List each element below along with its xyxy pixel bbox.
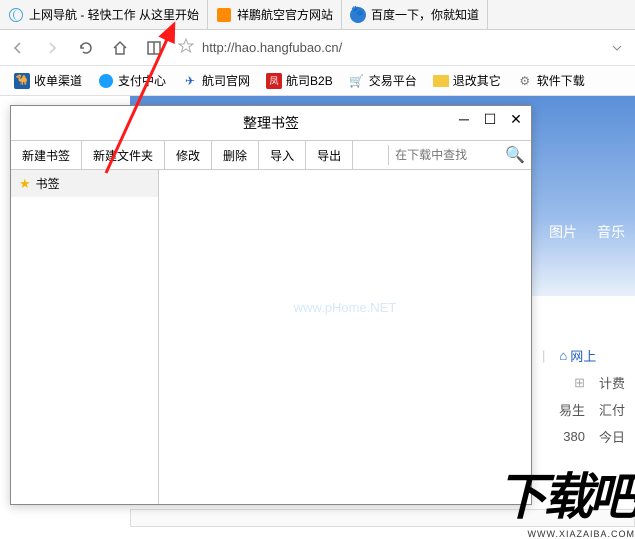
site-icon <box>216 7 232 23</box>
bookmark-item[interactable]: 凤航司B2B <box>260 72 339 89</box>
back-button[interactable] <box>8 38 28 58</box>
dialog-toolbar: 新建书签 新建文件夹 修改 删除 导入 导出 🔍 <box>11 140 531 170</box>
bookmarks-icon[interactable] <box>144 38 164 58</box>
folder-icon <box>433 73 449 89</box>
close-button[interactable]: ✕ <box>507 110 525 128</box>
dialog-titlebar: 整理书签 ─ ☐ ✕ <box>11 106 531 140</box>
forward-button[interactable] <box>42 38 62 58</box>
plane-icon: ✈ <box>182 73 198 89</box>
side-text[interactable]: 汇付 <box>599 400 625 419</box>
export-button[interactable]: 导出 <box>306 141 353 169</box>
bookmark-item[interactable]: 🛒交易平台 <box>343 72 423 89</box>
search-input[interactable] <box>395 148 505 162</box>
browser-tab[interactable]: 上网导航 - 轻快工作 从这里开始 <box>0 0 208 29</box>
minimize-button[interactable]: ─ <box>455 110 473 128</box>
bookmark-item[interactable]: 支付中心 <box>92 72 172 89</box>
browser-nav-bar: http://hao.hangfubao.cn/ <box>0 30 635 66</box>
delete-button[interactable]: 删除 <box>212 141 259 169</box>
browser-tab[interactable]: 祥鹏航空官方网站 <box>208 0 342 29</box>
tree-label: 书签 <box>36 175 60 192</box>
new-folder-button[interactable]: 新建文件夹 <box>82 141 165 169</box>
edit-button[interactable]: 修改 <box>165 141 212 169</box>
logo-subtext: WWW.XIAZAIBA.COM <box>497 529 635 539</box>
bookmark-item[interactable]: ✈航司官网 <box>176 72 256 89</box>
dropdown-icon[interactable] <box>607 38 627 58</box>
url-text: http://hao.hangfubao.cn/ <box>202 40 342 55</box>
bookmark-item[interactable]: ⚙软件下载 <box>511 72 591 89</box>
watermark-text: www.pHome.NET <box>294 300 397 315</box>
bookmarks-toolbar: 🐪收单渠道 支付中心 ✈航司官网 凤航司B2B 🛒交易平台 退改其它 ⚙软件下载 <box>0 66 635 96</box>
side-text[interactable]: 易生 <box>559 400 585 419</box>
reload-button[interactable] <box>76 38 96 58</box>
star-icon[interactable] <box>178 38 194 57</box>
banner-link[interactable]: 音乐 <box>597 222 625 242</box>
tab-label: 上网导航 - 轻快工作 从这里开始 <box>29 6 199 23</box>
banner-link[interactable]: 图片 <box>549 222 577 242</box>
browser-tab-bar: 上网导航 - 轻快工作 从这里开始 祥鹏航空官方网站 百度一下，你就知道 <box>0 0 635 30</box>
import-button[interactable]: 导入 <box>259 141 306 169</box>
bookmark-content: www.pHome.NET <box>159 170 531 504</box>
camel-icon: 🐪 <box>14 73 30 89</box>
side-text[interactable]: 380 <box>563 429 585 444</box>
side-link[interactable]: ⌂网上 <box>559 346 596 365</box>
bookmarks-manager-dialog: 整理书签 ─ ☐ ✕ 新建书签 新建文件夹 修改 删除 导入 导出 🔍 ★ 书签… <box>10 105 532 505</box>
globe-icon <box>8 7 24 23</box>
tree-root-item[interactable]: ★ 书签 <box>11 170 158 197</box>
side-text[interactable]: 计费 <box>599 373 625 392</box>
side-text[interactable]: 今日 <box>599 427 625 446</box>
new-bookmark-button[interactable]: 新建书签 <box>11 141 82 169</box>
airline-icon: 凤 <box>266 73 282 89</box>
tab-label: 百度一下，你就知道 <box>371 6 479 23</box>
bookmark-tree: ★ 书签 <box>11 170 159 504</box>
dialog-search[interactable]: 🔍 <box>388 145 531 165</box>
home-button[interactable] <box>110 38 130 58</box>
bookmark-item[interactable]: 🐪收单渠道 <box>8 72 88 89</box>
site-watermark-logo: 下载吧 WWW.XIAZAIBA.COM <box>497 457 635 539</box>
house-icon: ⌂ <box>559 348 567 363</box>
dialog-title-text: 整理书签 <box>243 113 299 133</box>
baidu-icon <box>350 7 366 23</box>
banner-nav: 图片 音乐 <box>549 222 625 242</box>
browser-tab[interactable]: 百度一下，你就知道 <box>342 0 488 29</box>
address-bar[interactable]: http://hao.hangfubao.cn/ <box>178 38 593 57</box>
maximize-button[interactable]: ☐ <box>481 110 499 128</box>
logo-text: 下载吧 <box>497 457 635 529</box>
pay-icon <box>98 73 114 89</box>
bookmark-item[interactable]: 退改其它 <box>427 72 507 89</box>
gear-icon: ⚙ <box>517 73 533 89</box>
search-icon[interactable]: 🔍 <box>505 145 525 165</box>
tab-label: 祥鹏航空官方网站 <box>237 6 333 23</box>
star-icon: ★ <box>19 176 31 192</box>
cart-icon: 🛒 <box>349 73 365 89</box>
